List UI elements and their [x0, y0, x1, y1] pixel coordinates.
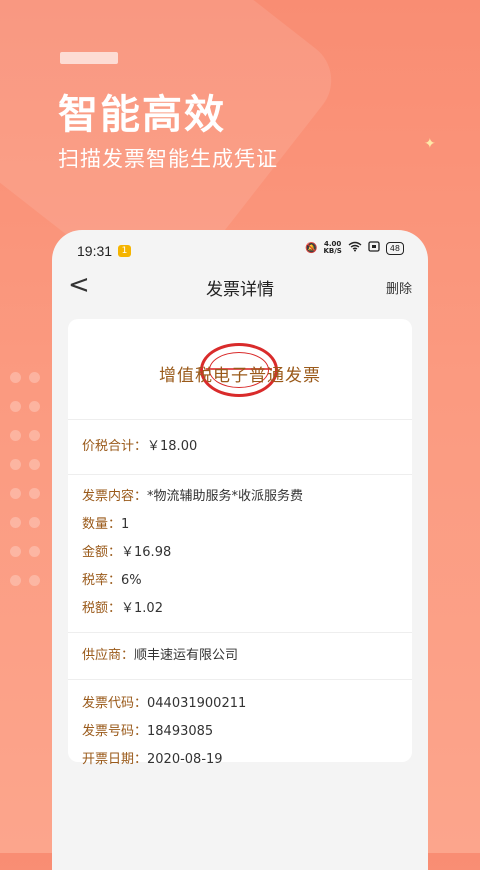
accent-bar — [60, 52, 118, 64]
total-section: 价税合计：￥18.00 — [68, 420, 412, 475]
dot-grid-decoration — [10, 372, 54, 604]
status-time: 19:31 — [77, 243, 113, 259]
invoice-id-section: 发票代码：044031900211 发票号码：18493085 开票日期：202… — [68, 680, 412, 784]
supplier-label: 供应商： — [82, 648, 135, 663]
quantity-row: 数量：1 — [68, 511, 412, 539]
code-label: 发票代码： — [82, 696, 148, 711]
amount-label: 金额： — [82, 545, 122, 560]
date-row: 开票日期：2020-08-19 — [68, 746, 412, 774]
sim-icon — [368, 241, 380, 255]
invoice-header: 增值税电子普通发票 — [68, 319, 412, 420]
promo-subline: 扫描发票智能生成凭证 — [58, 147, 278, 171]
content-value: *物流辅助服务*收派服务费 — [147, 489, 304, 504]
amount-value: ￥16.98 — [121, 545, 172, 560]
code-value: 044031900211 — [147, 696, 247, 711]
content-row: 发票内容：*物流辅助服务*收派服务费 — [68, 483, 412, 511]
detail-section: 发票内容：*物流辅助服务*收派服务费 数量：1 金额：￥16.98 税率：6% … — [68, 475, 412, 633]
total-value: ￥18.00 — [147, 439, 198, 454]
status-icons: 🔕 4.00 KB/S 48 — [305, 241, 404, 255]
page-title: 发票详情 — [206, 280, 274, 300]
phone-mockup: 19:31 1 🔕 4.00 KB/S 48 < 发票详情 删除 增值税电子普通… — [52, 230, 428, 870]
date-value: 2020-08-19 — [147, 752, 223, 767]
content-label: 发票内容： — [82, 489, 148, 504]
supplier-section: 供应商：顺丰速运有限公司 — [68, 633, 412, 680]
network-speed-unit: KB/S — [323, 247, 342, 255]
network-speed: 4.00 KB/S — [323, 241, 341, 255]
promo-headline: 智能高效 — [58, 92, 226, 138]
supplier-value: 顺丰速运有限公司 — [134, 648, 239, 663]
delete-button[interactable]: 删除 — [386, 278, 412, 297]
invoice-title: 增值税电子普通发票 — [159, 366, 321, 386]
tax-rate-row: 税率：6% — [68, 567, 412, 595]
tax-amount-value: ￥1.02 — [121, 601, 163, 616]
number-label: 发票号码： — [82, 724, 148, 739]
date-label: 开票日期： — [82, 752, 148, 767]
status-bar: 19:31 1 🔕 4.00 KB/S 48 — [52, 230, 428, 268]
invoice-card: 增值税电子普通发票 价税合计：￥18.00 发票内容：*物流辅助服务*收派服务费… — [68, 319, 412, 767]
quantity-value: 1 — [121, 517, 130, 532]
quantity-label: 数量： — [82, 517, 122, 532]
tax-rate-label: 税率： — [82, 573, 122, 588]
tax-amount-label: 税额： — [82, 601, 122, 616]
battery-icon: 48 — [385, 241, 404, 255]
total-row: 价税合计：￥18.00 — [68, 433, 412, 461]
wifi-icon — [348, 241, 362, 255]
nav-bar: < 发票详情 删除 — [52, 268, 428, 308]
total-label: 价税合计： — [82, 439, 148, 454]
notification-icon: 1 — [118, 245, 131, 257]
amount-row: 金额：￥16.98 — [68, 539, 412, 567]
number-value: 18493085 — [147, 724, 214, 739]
tax-rate-value: 6% — [121, 573, 142, 588]
code-row: 发票代码：044031900211 — [68, 690, 412, 718]
sparkle-icon: ✦ — [424, 136, 436, 152]
tax-amount-row: 税额：￥1.02 — [68, 595, 412, 623]
bell-muted-icon: 🔕 — [305, 242, 318, 254]
supplier-row: 供应商：顺丰速运有限公司 — [68, 642, 412, 670]
number-row: 发票号码：18493085 — [68, 718, 412, 746]
